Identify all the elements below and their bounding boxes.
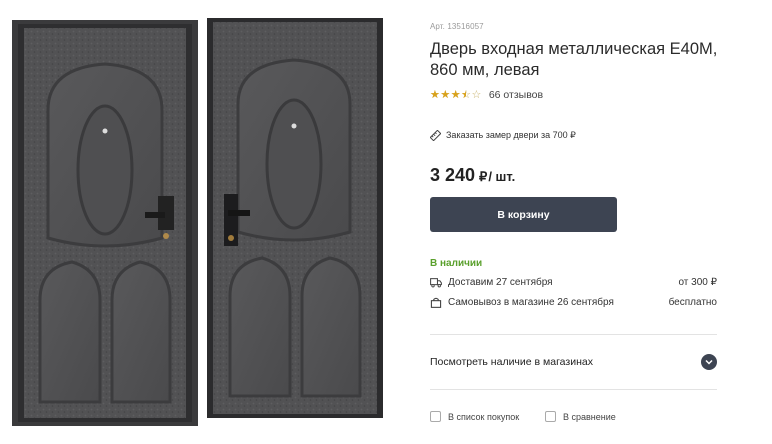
divider xyxy=(430,389,717,390)
stock-status: В наличии xyxy=(430,258,483,269)
stars-full: ★★★★★ xyxy=(430,89,466,101)
divider xyxy=(430,334,717,335)
door-front-view xyxy=(12,20,198,426)
product-info: Арт. 13516057 Дверь входная металлическа… xyxy=(430,0,720,444)
price: 3 240 ₽ / шт. xyxy=(430,165,515,186)
product-title: Дверь входная металлическая Е40М, 860 мм… xyxy=(430,40,718,79)
rating: ☆☆☆☆☆ ★★★★★ 66 отзывов xyxy=(430,88,543,102)
compare-checkbox[interactable]: В сравнение xyxy=(545,411,616,422)
shopping-list-label: В список покупок xyxy=(448,411,520,422)
delivery-price: от 300 ₽ xyxy=(678,277,717,288)
truck-icon xyxy=(430,278,442,288)
add-to-cart-button[interactable]: В корзину xyxy=(430,197,617,232)
sku-label: Арт. 13516057 xyxy=(430,22,484,31)
reviews-link[interactable]: 66 отзывов xyxy=(489,89,543,101)
stores-link-label: Посмотреть наличие в магазинах xyxy=(430,356,593,368)
product-gallery[interactable] xyxy=(0,0,400,444)
delivery-row: Доставим 27 сентября от 300 ₽ xyxy=(430,277,717,288)
measure-link[interactable]: Заказать замер двери за 700 ₽ xyxy=(430,130,576,141)
ruler-icon xyxy=(430,130,441,141)
price-unit: / шт. xyxy=(488,169,516,184)
price-value: 3 240 xyxy=(430,165,476,185)
pickup-price: бесплатно xyxy=(668,297,717,308)
shopping-list-checkbox[interactable]: В список покупок xyxy=(430,411,519,422)
pickup-row: Самовывоз в магазине 26 сентября бесплат… xyxy=(430,297,717,308)
price-currency: ₽ xyxy=(479,169,488,184)
door-side-view xyxy=(207,18,383,418)
measure-link-label: Заказать замер двери за 700 ₽ xyxy=(446,130,576,140)
pickup-label: Самовывоз в магазине 26 сентября xyxy=(448,297,614,308)
compare-label: В сравнение xyxy=(563,411,616,422)
stores-availability-toggle[interactable]: Посмотреть наличие в магазинах xyxy=(430,349,717,375)
checkbox-icon[interactable] xyxy=(430,411,441,422)
product-image xyxy=(12,18,383,426)
rating-stars: ☆☆☆☆☆ ★★★★★ xyxy=(430,88,482,102)
bag-icon xyxy=(430,297,442,308)
chevron-down-icon[interactable] xyxy=(701,354,717,370)
delivery-label: Доставим 27 сентября xyxy=(448,277,553,288)
checkbox-icon[interactable] xyxy=(545,411,556,422)
